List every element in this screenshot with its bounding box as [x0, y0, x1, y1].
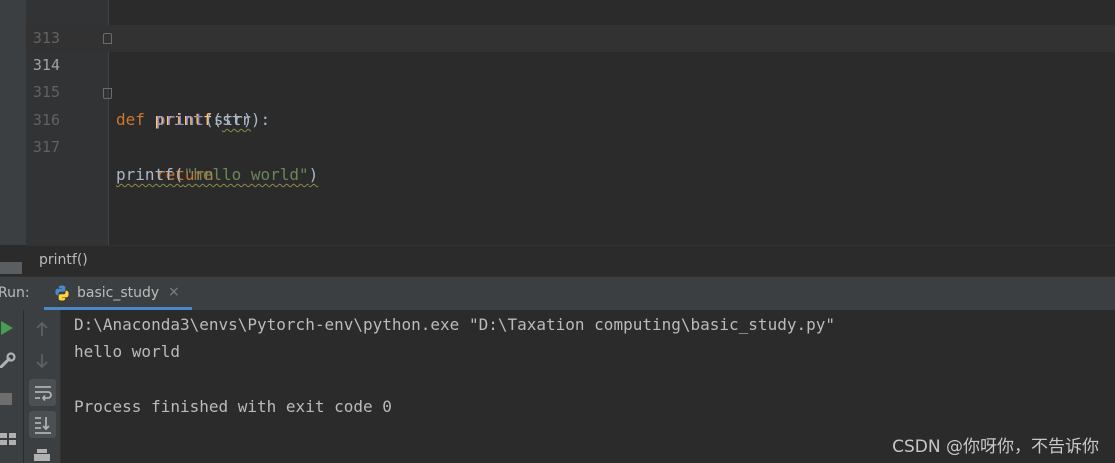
console-line-command: D:\Anaconda3\envs\Pytorch-env\python.exe…	[74, 315, 835, 334]
wrench-icon[interactable]	[0, 350, 16, 370]
string-literal: "hello world"	[183, 165, 309, 184]
stop-icon[interactable]	[0, 392, 12, 406]
strip-scrollbar[interactable]	[0, 262, 22, 274]
print-icon[interactable]	[33, 448, 51, 463]
code-line: 313	[0, 0, 1115, 47]
python-file-icon	[55, 285, 69, 301]
layout-icon[interactable]	[0, 432, 16, 446]
soft-wrap-icon[interactable]	[29, 379, 56, 406]
fold-icon[interactable]	[103, 88, 112, 99]
run-toolbar-secondary	[24, 310, 61, 463]
run-tool-header: Run: basic_study ×	[0, 276, 1115, 310]
call-printf: printf(	[116, 165, 184, 184]
up-arrow-icon[interactable]	[33, 319, 51, 339]
code-line[interactable]: 317 printf("hello world")	[0, 107, 1115, 184]
close-icon[interactable]: ×	[168, 284, 180, 300]
breadcrumb[interactable]: printf()	[26, 245, 1115, 276]
code-line[interactable]: 316 return	[0, 80, 1115, 184]
fold-icon[interactable]	[103, 33, 112, 44]
console-line-output: hello world	[74, 342, 180, 361]
down-arrow-icon[interactable]	[33, 351, 51, 371]
console-line-exit: Process finished with exit code 0	[74, 397, 392, 416]
code-line[interactable]: 315 print(str)	[0, 52, 1115, 129]
run-label: Run:	[0, 285, 30, 301]
watermark: CSDN @你呀你，不告诉你	[892, 437, 1099, 457]
paren-close: )	[308, 165, 319, 184]
scroll-to-end-icon[interactable]	[29, 411, 56, 438]
run-icon[interactable]	[0, 318, 14, 338]
code-line[interactable]: 314 def printf(str):	[0, 25, 1115, 129]
breadcrumb-item[interactable]: printf()	[39, 252, 88, 268]
run-toolbar-primary	[0, 310, 23, 463]
run-tab-label: basic_study	[77, 285, 160, 301]
run-tab-basic-study[interactable]: basic_study ×	[40, 277, 192, 310]
line-number: 317	[32, 138, 60, 156]
